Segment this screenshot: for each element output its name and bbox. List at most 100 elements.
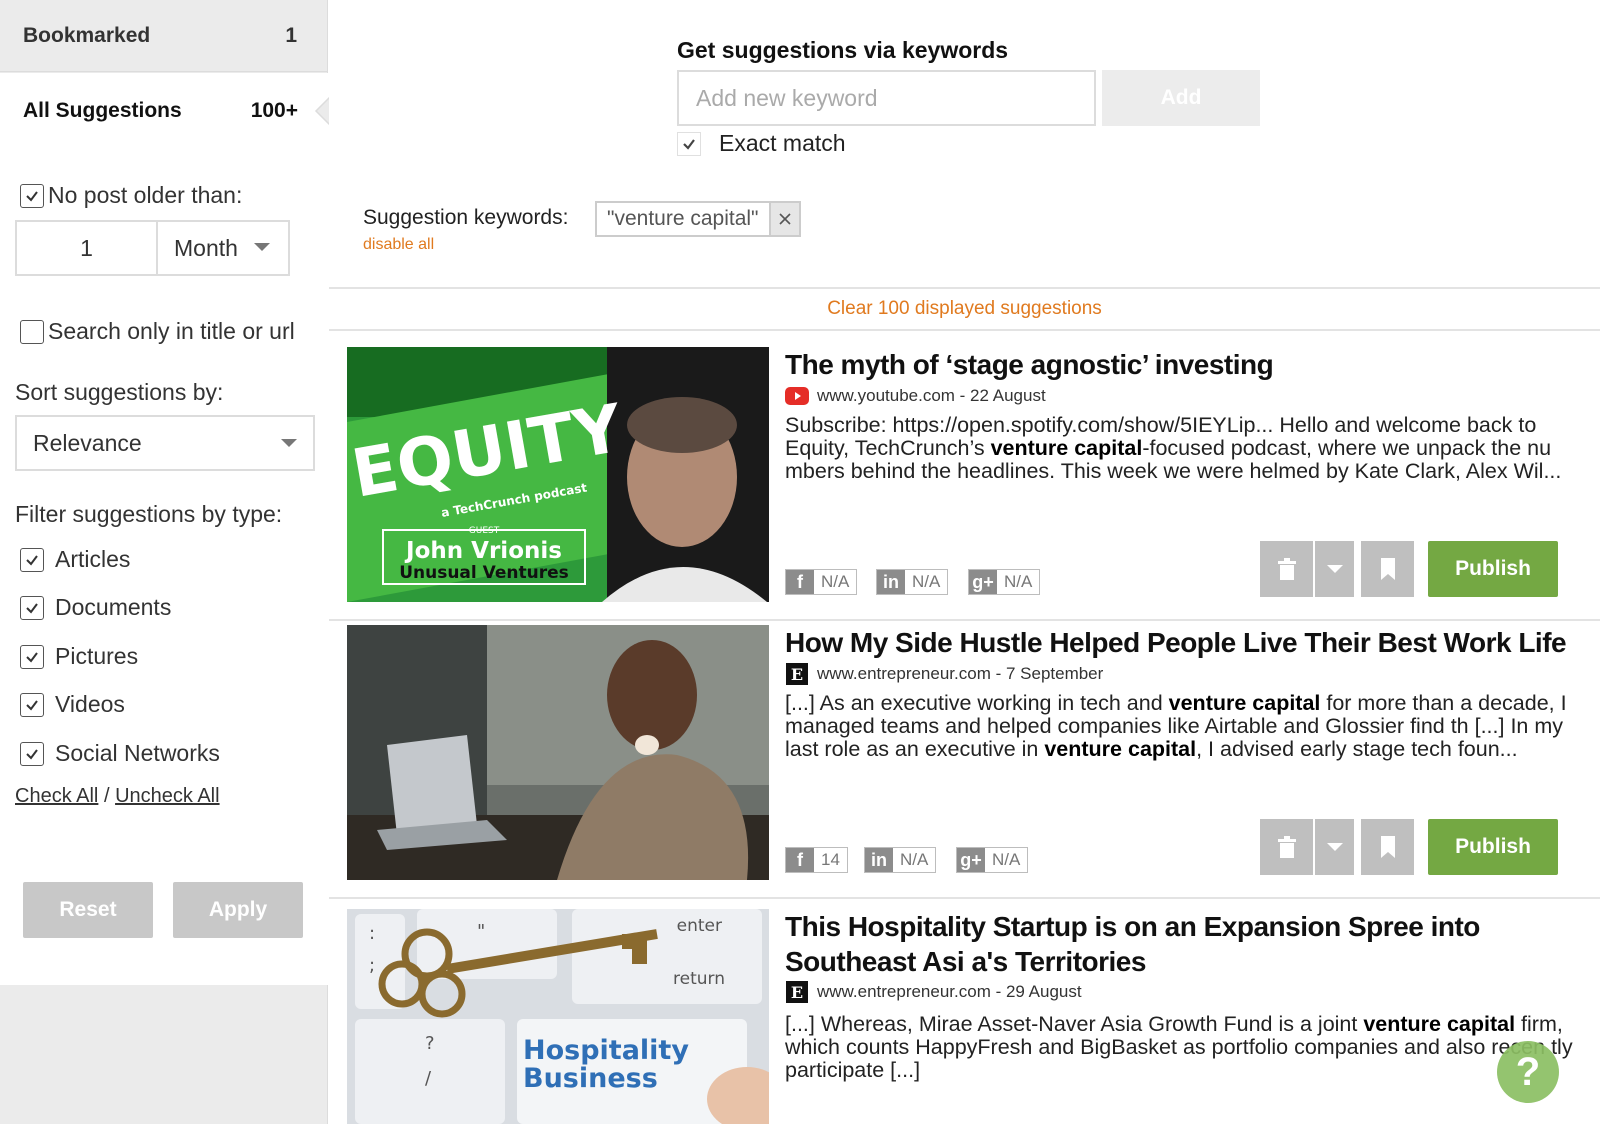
close-icon[interactable] [768, 203, 799, 235]
active-tab-notch [314, 97, 330, 125]
all-suggestions-tab[interactable]: All Suggestions 100+ [0, 73, 328, 149]
share-count: N/A [905, 570, 948, 594]
key-quote: " [477, 921, 485, 942]
key-question: ? [425, 1033, 435, 1054]
card-thumbnail[interactable]: : ; " ? / enter return Hospitality Busin… [347, 909, 769, 1124]
trash-icon [1277, 836, 1296, 858]
sort-value: Relevance [33, 429, 142, 456]
desc-keyword: venture capital [1363, 1012, 1516, 1036]
card-source: www.youtube.com - 22 August [785, 385, 1046, 407]
linkedin-share-count[interactable]: in N/A [876, 569, 949, 595]
title-url-filter-row[interactable]: Search only in title or url [20, 318, 295, 345]
exact-match-checkbox[interactable] [677, 131, 701, 156]
title-url-checkbox[interactable] [20, 319, 44, 344]
sort-label: Sort suggestions by: [15, 379, 224, 405]
type-filter-articles[interactable]: Articles [20, 546, 130, 573]
sort-select[interactable]: Relevance [15, 415, 315, 471]
card-source-text: www.entrepreneur.com - 29 August [817, 982, 1082, 1001]
keywords-title: Get suggestions via keywords [677, 37, 1009, 63]
facebook-share-count[interactable]: f N/A [785, 569, 858, 595]
check-icon [26, 602, 38, 614]
publish-button[interactable]: Publish [1428, 819, 1558, 875]
check-icon [26, 748, 38, 760]
facebook-share-count[interactable]: f 14 [785, 847, 848, 873]
card-source-text: www.youtube.com - 22 August [817, 386, 1046, 405]
exact-match-label: Exact match [719, 130, 846, 156]
age-filter-row[interactable]: No post older than: [20, 182, 242, 209]
delete-button[interactable] [1260, 541, 1313, 597]
age-unit-select[interactable]: Month [158, 222, 288, 274]
googleplus-icon: g+ [969, 570, 997, 594]
check-icon [26, 651, 38, 663]
type-filter-videos[interactable]: Videos [20, 691, 125, 718]
share-count: 14 [814, 848, 847, 872]
articles-checkbox[interactable] [20, 547, 44, 572]
guest-label: GUEST [469, 526, 500, 536]
add-keyword-button[interactable]: Add [1102, 70, 1260, 126]
guest-name: John Vrionis [404, 538, 562, 564]
chevron-down-icon [1326, 843, 1343, 851]
desc-keyword: venture capital [1168, 691, 1321, 715]
card-title[interactable]: This Hospitality Startup is on an Expans… [785, 909, 1585, 979]
age-number-input[interactable]: 1 [17, 222, 158, 274]
business-word: Business [523, 1063, 658, 1094]
main-content: Get suggestions via keywords Add new key… [329, 0, 1600, 1124]
keyword-input[interactable]: Add new keyword [677, 70, 1096, 126]
card-source-text: www.entrepreneur.com - 7 September [817, 664, 1104, 683]
publish-button[interactable]: Publish [1428, 541, 1558, 597]
linkedin-icon: in [877, 570, 905, 594]
help-icon: ? [1515, 1049, 1541, 1094]
card-source: E www.entrepreneur.com - 29 August [785, 981, 1082, 1003]
type-filter-documents[interactable]: Documents [20, 594, 171, 621]
bookmarked-label: Bookmarked [23, 23, 151, 47]
exact-match-row[interactable]: Exact match [677, 130, 846, 157]
desc-text: [...] Whereas, Mirae Asset-Naver Asia Gr… [785, 1012, 1364, 1036]
googleplus-share-count[interactable]: g+ N/A [968, 569, 1041, 595]
trash-icon [1277, 558, 1296, 580]
card-description: [...] Whereas, Mirae Asset-Naver Asia Gr… [785, 1013, 1585, 1082]
more-options-button[interactable] [1315, 541, 1354, 597]
share-count: N/A [997, 570, 1040, 594]
social-networks-checkbox[interactable] [20, 741, 44, 766]
filter-panel: All Suggestions 100+ No post older than:… [0, 73, 330, 985]
bookmark-button[interactable] [1361, 541, 1414, 597]
key-colon: : [369, 923, 375, 944]
card-title[interactable]: How My Side Hustle Helped People Live Th… [785, 625, 1585, 660]
entrepreneur-icon: E [785, 663, 809, 685]
card-title[interactable]: The myth of ‘stage agnostic’ investing [785, 347, 1585, 382]
card-thumbnail[interactable]: EQUITY a TechCrunch podcast GUEST John V… [347, 347, 769, 602]
type-label: Pictures [55, 643, 139, 669]
bookmarked-tab[interactable]: Bookmarked 1 [0, 0, 327, 72]
apply-button[interactable]: Apply [173, 882, 303, 938]
googleplus-share-count[interactable]: g+ N/A [956, 847, 1029, 873]
help-button[interactable]: ? [1497, 1041, 1559, 1103]
linkedin-share-count[interactable]: in N/A [864, 847, 937, 873]
hospitality-word: Hospitality [523, 1035, 689, 1066]
uncheck-all-link[interactable]: Uncheck All [115, 785, 220, 807]
card-description: [...] As an executive working in tech an… [785, 692, 1585, 761]
reset-button[interactable]: Reset [23, 882, 153, 938]
svg-text:E: E [791, 665, 803, 684]
title-url-label: Search only in title or url [48, 318, 295, 344]
age-filter-checkbox[interactable] [20, 183, 44, 208]
linkedin-icon: in [865, 848, 893, 872]
delete-button[interactable] [1260, 819, 1313, 875]
bookmark-button[interactable] [1361, 819, 1414, 875]
pictures-checkbox[interactable] [20, 644, 44, 669]
share-count: N/A [814, 570, 857, 594]
check-links: Check All / Uncheck All [15, 785, 220, 808]
card-thumbnail[interactable] [347, 625, 769, 880]
clear-suggestions-link[interactable]: Clear 100 displayed suggestions [329, 287, 1600, 331]
type-label: Videos [55, 691, 125, 717]
documents-checkbox[interactable] [20, 595, 44, 620]
type-filter-pictures[interactable]: Pictures [20, 643, 138, 670]
check-all-link[interactable]: Check All [15, 785, 98, 807]
age-filter-select[interactable]: 1 Month [15, 220, 290, 276]
suggestion-card: : ; " ? / enter return Hospitality Busin… [329, 893, 1600, 1124]
disable-all-link[interactable]: disable all [363, 236, 434, 254]
type-filter-social[interactable]: Social Networks [20, 740, 220, 767]
more-options-button[interactable] [1315, 819, 1354, 875]
suggestion-keywords-label: Suggestion keywords: [363, 206, 569, 229]
videos-checkbox[interactable] [20, 692, 44, 717]
svg-text:E: E [791, 983, 803, 1002]
